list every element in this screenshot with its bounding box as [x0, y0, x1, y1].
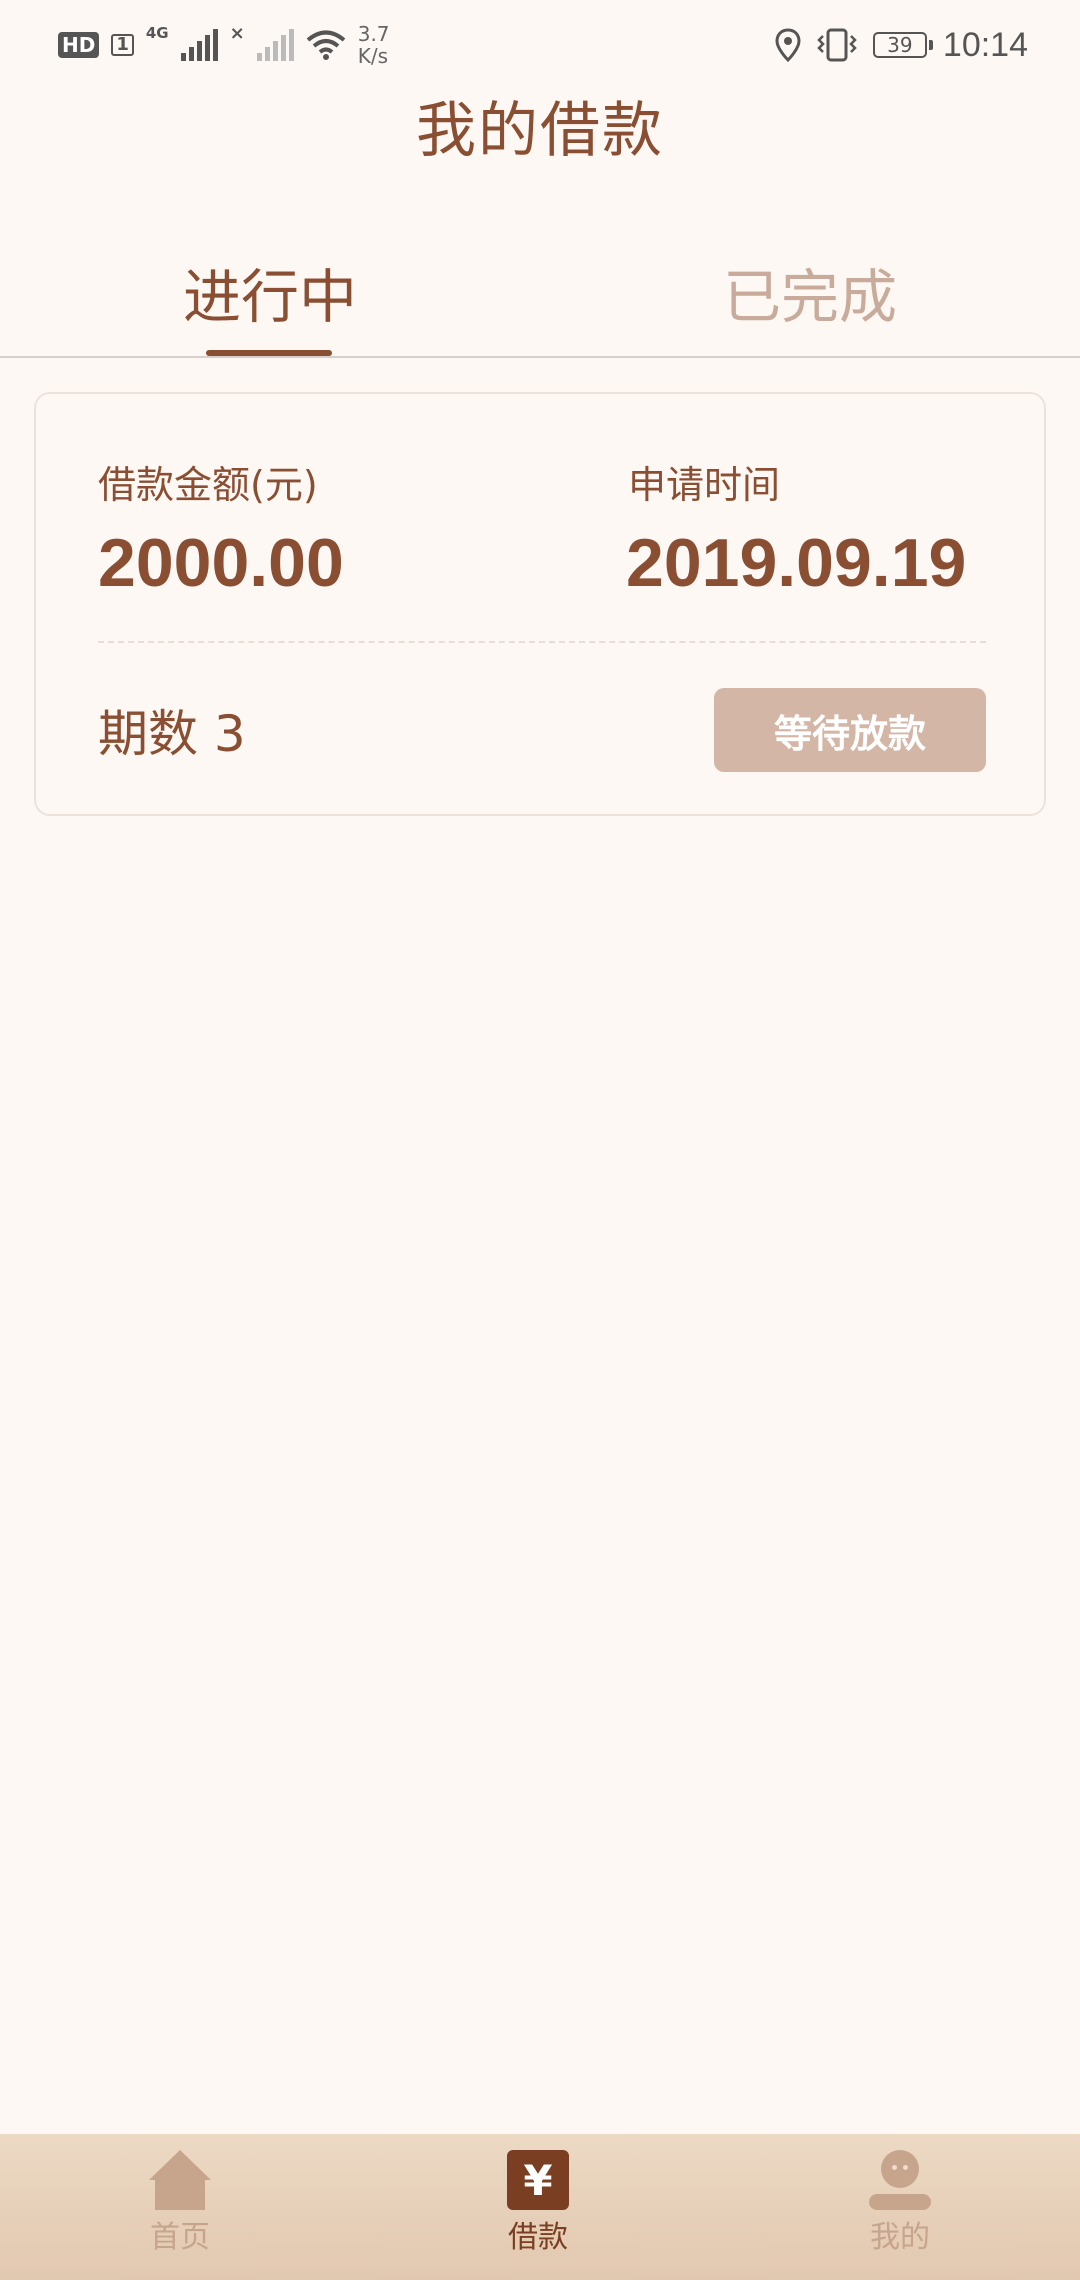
network-type: 4G [145, 24, 169, 42]
loan-amount-value: 2000.00 [98, 525, 344, 601]
nav-label-mine: 我的 [870, 2220, 930, 2255]
apply-date-label: 申请时间 [628, 463, 781, 507]
yen-icon: ¥ [507, 2150, 569, 2210]
network-speed-unit: K/s [357, 44, 388, 68]
loan-status-button[interactable]: 等待放款 [714, 688, 986, 772]
loan-card[interactable]: 借款金额(元) 2000.00 申请时间 2019.09.19 期数 3 等待放… [34, 392, 1046, 816]
page-title: 我的借款 [416, 96, 664, 166]
user-icon [869, 2150, 931, 2210]
hd-icon: HD [58, 32, 100, 58]
network-speed: 3.7 K/s [358, 23, 390, 67]
location-icon [775, 28, 801, 62]
network-speed-value: 3.7 [357, 22, 390, 46]
clock: 10:14 [942, 25, 1028, 64]
nav-label-home: 首页 [150, 2220, 210, 2255]
sim-icon: 1 [111, 34, 134, 56]
apply-date-value: 2019.09.19 [626, 525, 967, 601]
loan-periods: 期数 3 [98, 694, 246, 766]
tab-completed[interactable]: 已完成 [630, 250, 990, 334]
bottom-nav: 首页 ¥ 借款 我的 [0, 2134, 1080, 2280]
nav-item-home[interactable]: 首页 [80, 2150, 280, 2256]
tab-in-progress[interactable]: 进行中 [90, 250, 450, 334]
status-left: HD 1 4G × 3.7 K/s [58, 20, 390, 70]
vibrate-icon [817, 28, 857, 62]
tab-active-indicator [206, 350, 332, 356]
wifi-icon [306, 30, 345, 60]
nav-label-loan: 借款 [508, 2220, 568, 2255]
card-divider [98, 641, 986, 643]
home-icon [149, 2150, 211, 2210]
periods-label: 期数 [98, 705, 198, 763]
periods-value: 3 [213, 705, 246, 763]
nav-item-loan[interactable]: ¥ 借款 [438, 2150, 638, 2256]
nav-item-mine[interactable]: 我的 [800, 2150, 1000, 2256]
no-signal-x-icon: × [229, 22, 245, 44]
status-right: 39 10:14 [775, 20, 1028, 70]
signal-weak-icon [256, 29, 294, 61]
signal-icon [180, 29, 218, 61]
battery-level: 39 [887, 33, 913, 57]
status-bar: HD 1 4G × 3.7 K/s 39 10:14 [0, 0, 1080, 90]
loan-amount-label: 借款金额(元) [98, 463, 318, 507]
battery-icon: 39 [872, 32, 933, 58]
tab-bar: 进行中 已完成 [0, 240, 1080, 358]
